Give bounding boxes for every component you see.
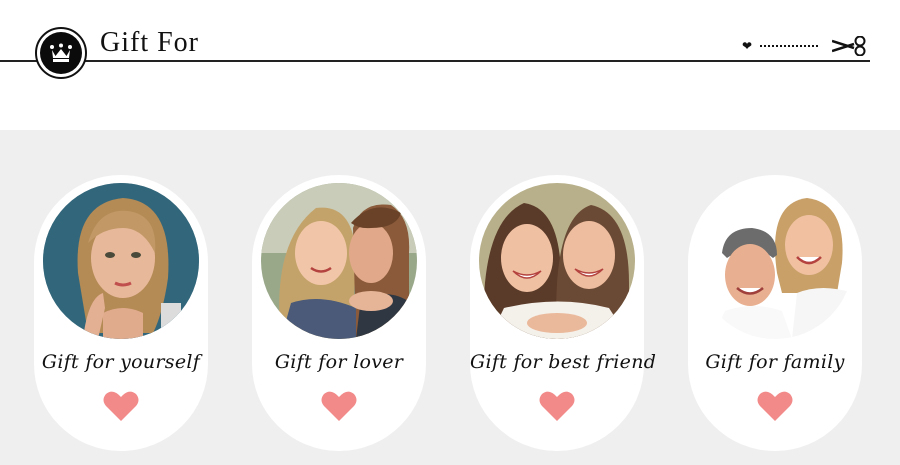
couple-photo [261,183,417,339]
heart-icon[interactable] [757,390,793,422]
header-decoration: ❤ [742,36,868,56]
gift-card-yourself[interactable]: Gift for yourself [34,175,208,451]
parents-photo [697,183,853,339]
portrait-woman-photo [43,183,199,339]
crown-icon [50,43,72,62]
heart-icon: ❤ [742,39,753,53]
gift-card-lover[interactable]: Gift for lover [252,175,426,451]
card-label: Gift for family [705,351,845,373]
heart-icon[interactable] [539,390,575,422]
best-friends-photo [479,183,635,339]
header: Gift For ❤ [0,0,900,130]
heart-icon[interactable] [321,390,357,422]
header-divider [0,60,870,62]
dotted-line [760,45,819,47]
page-title: Gift For [100,27,199,58]
gift-card-best-friend[interactable]: Gift for best friend [470,175,657,451]
card-label: Gift for best friend [470,351,657,373]
card-label: Gift for lover [274,351,404,373]
scissors-icon [832,36,866,56]
card-label: Gift for yourself [41,351,201,373]
gift-card-family[interactable]: Gift for family [688,175,862,451]
crown-badge [35,27,87,79]
heart-icon[interactable] [103,390,139,422]
